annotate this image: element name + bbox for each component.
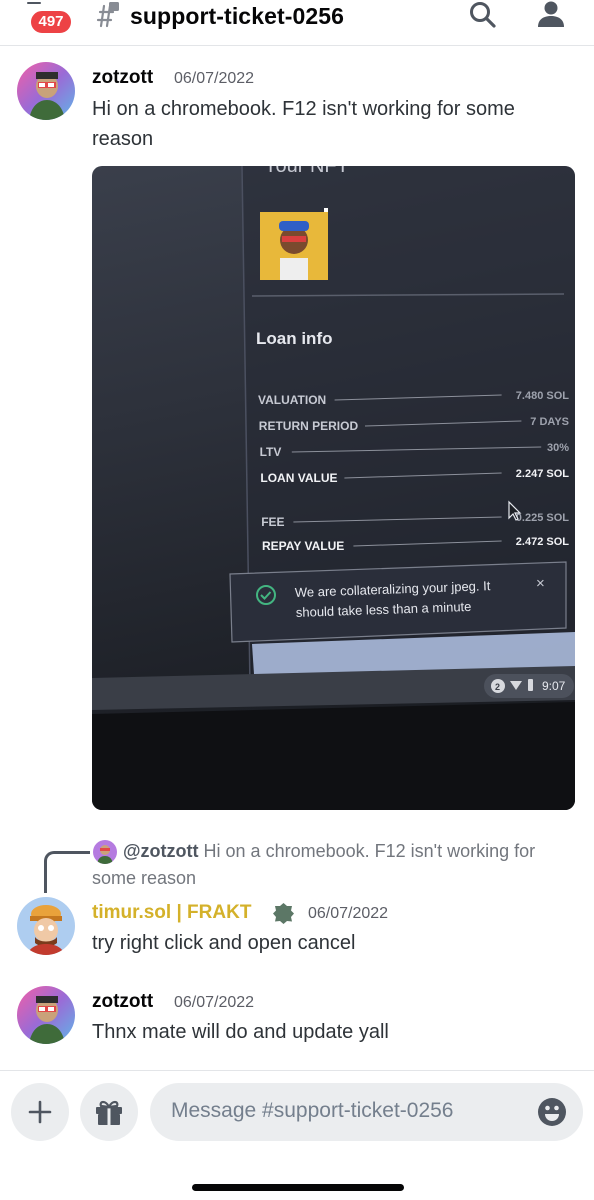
channel-header: 497 support-ticket-0256 [0,0,594,46]
message-text: Thnx mate will do and update yall [92,1021,389,1043]
unread-badge[interactable]: 497 [29,9,73,35]
message-author[interactable]: zotzott [92,991,153,1013]
message-text: try right click and open cancel [92,932,356,954]
emoji-icon[interactable] [537,1097,567,1127]
avatar[interactable] [17,62,75,120]
photo-partial-heading: Your NFT [264,166,349,177]
avatar[interactable] [17,986,75,1044]
channel-title: support-ticket-0256 [130,3,345,29]
loan-row-label: RETURN PERIOD [259,419,359,433]
loan-row-label: FEE [261,515,284,529]
avatar[interactable] [17,897,75,955]
loan-row-value: 7.480 SOL [516,390,569,402]
loan-row-value: 2.472 SOL [516,536,569,548]
loan-row-value: 2.247 SOL [516,468,569,480]
message-author[interactable]: timur.sol | FRAKT [92,902,251,924]
loan-row-value: 7 DAYS [530,416,569,428]
message-input[interactable]: Message #support-ticket-0256 [150,1083,583,1141]
search-icon[interactable] [468,0,498,30]
taskbar-time: 9:07 [542,679,566,693]
plus-icon [28,1100,52,1124]
message-timestamp: 06/07/2022 [308,905,389,922]
reply-connector [44,851,90,893]
reply-preview[interactable]: @zotzott Hi on a chromebook. F12 isn't w… [92,838,572,892]
photo-screen-content: Your NFT Loan info VALUATION 7.480 SOL RET… [92,166,575,810]
photo-section-title: Loan info [256,329,332,348]
hash-lock-icon [96,2,119,28]
loan-row-label: VALUATION [258,393,326,407]
loan-row-value: 30% [547,442,569,454]
message-timestamp: 06/07/2022 [174,994,255,1011]
add-attachment-button[interactable] [11,1083,69,1141]
loan-row-label: REPAY VALUE [262,539,344,553]
reply-mention[interactable]: @zotzott [123,841,199,861]
message-timestamp: 06/07/2022 [174,70,255,87]
loan-row-value: 0.225 SOL [516,512,569,524]
verified-badge-icon [273,903,294,924]
gift-icon [96,1100,122,1125]
loan-row-label: LTV [260,445,282,459]
taskbar-badge: 2 [495,682,500,692]
message-author[interactable]: zotzott [92,67,153,89]
home-indicator [192,1184,404,1191]
members-icon[interactable] [535,0,567,30]
message-input-placeholder: Message #support-ticket-0256 [171,1099,454,1122]
loan-row-label: LOAN VALUE [260,471,337,485]
toast-close-icon: × [536,575,545,592]
message-text: Hi on a chromebook. F12 isn't working fo… [92,98,515,150]
attached-photo[interactable]: Your NFT Loan info VALUATION 7.480 SOL RET… [92,166,575,810]
gift-button[interactable] [80,1083,138,1141]
